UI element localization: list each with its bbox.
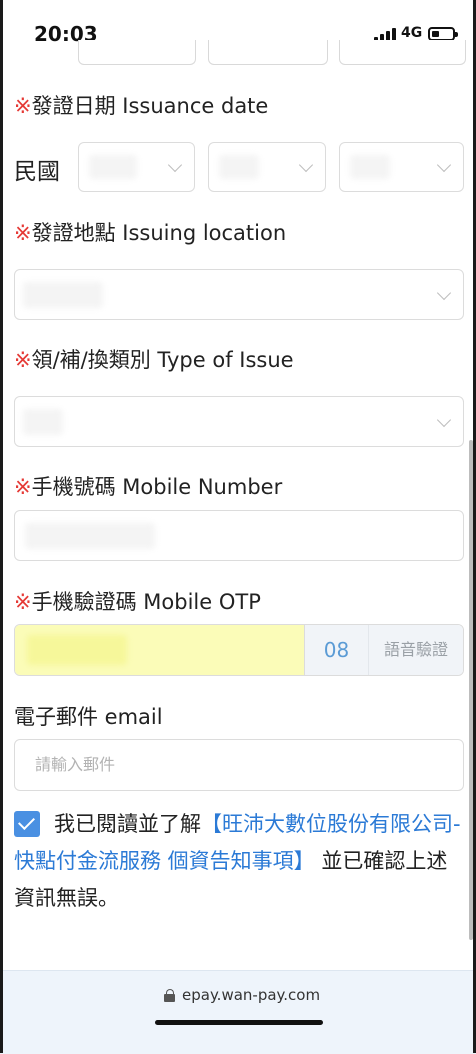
email-label: 電子郵件 email (14, 705, 163, 729)
otp-input[interactable] (15, 625, 304, 675)
otp-field-group: 08 語音驗證 (14, 624, 464, 676)
mobile-otp-label: ※手機驗證碼 Mobile OTP (14, 590, 261, 614)
previous-field-row (0, 40, 476, 66)
consent-prefix: 我已閱讀並了解 (54, 812, 201, 836)
lock-icon (164, 989, 176, 1002)
battery-icon (428, 27, 458, 41)
url-text[interactable]: epay.wan-pay.com (182, 986, 320, 1004)
partial-select[interactable] (208, 40, 328, 65)
era-label: 民國 (14, 159, 60, 185)
chevron-down-icon (167, 157, 183, 173)
issuing-location-select[interactable] (14, 269, 464, 320)
network-label: 4G (401, 25, 423, 41)
phone-screen: 20:03 4G ※發證日期 Issuance date 民國 ※發證地點 Is… (0, 0, 476, 1054)
required-mark: ※ (14, 94, 32, 118)
mobile-number-label: ※手機號碼 Mobile Number (14, 475, 283, 499)
left-edge (0, 0, 3, 1053)
issuance-day-select[interactable] (339, 142, 464, 192)
chevron-down-icon (436, 412, 452, 427)
chevron-down-icon (436, 157, 452, 173)
voice-verification-button[interactable]: 語音驗證 (368, 625, 463, 675)
email-input[interactable]: 請輸入郵件 (14, 739, 464, 791)
mobile-number-input[interactable] (14, 510, 464, 561)
chevron-down-icon (436, 285, 452, 300)
issue-type-label: ※領/補/換類別 Type of Issue (14, 348, 294, 372)
partial-select[interactable] (78, 40, 196, 65)
chevron-down-icon (298, 157, 314, 173)
issuing-location-label: ※發證地點 Issuing location (14, 221, 287, 245)
issuance-month-select[interactable] (208, 142, 326, 192)
required-mark: ※ (14, 221, 32, 245)
required-mark: ※ (14, 590, 32, 614)
consent-text: 我已閱讀並了解【旺沛大數位股份有限公司-快點付金流服務 個資告知事項】 並已確認… (14, 806, 464, 917)
partial-select[interactable] (339, 40, 466, 65)
home-indicator[interactable] (155, 1020, 323, 1025)
issue-type-select[interactable] (14, 396, 464, 447)
required-mark: ※ (14, 475, 32, 499)
otp-countdown: 08 (304, 625, 368, 675)
issuance-date-label: ※發證日期 Issuance date (14, 94, 269, 118)
issuance-year-select[interactable] (78, 142, 195, 192)
required-mark: ※ (14, 348, 32, 372)
browser-address-bar[interactable] (0, 970, 476, 1054)
